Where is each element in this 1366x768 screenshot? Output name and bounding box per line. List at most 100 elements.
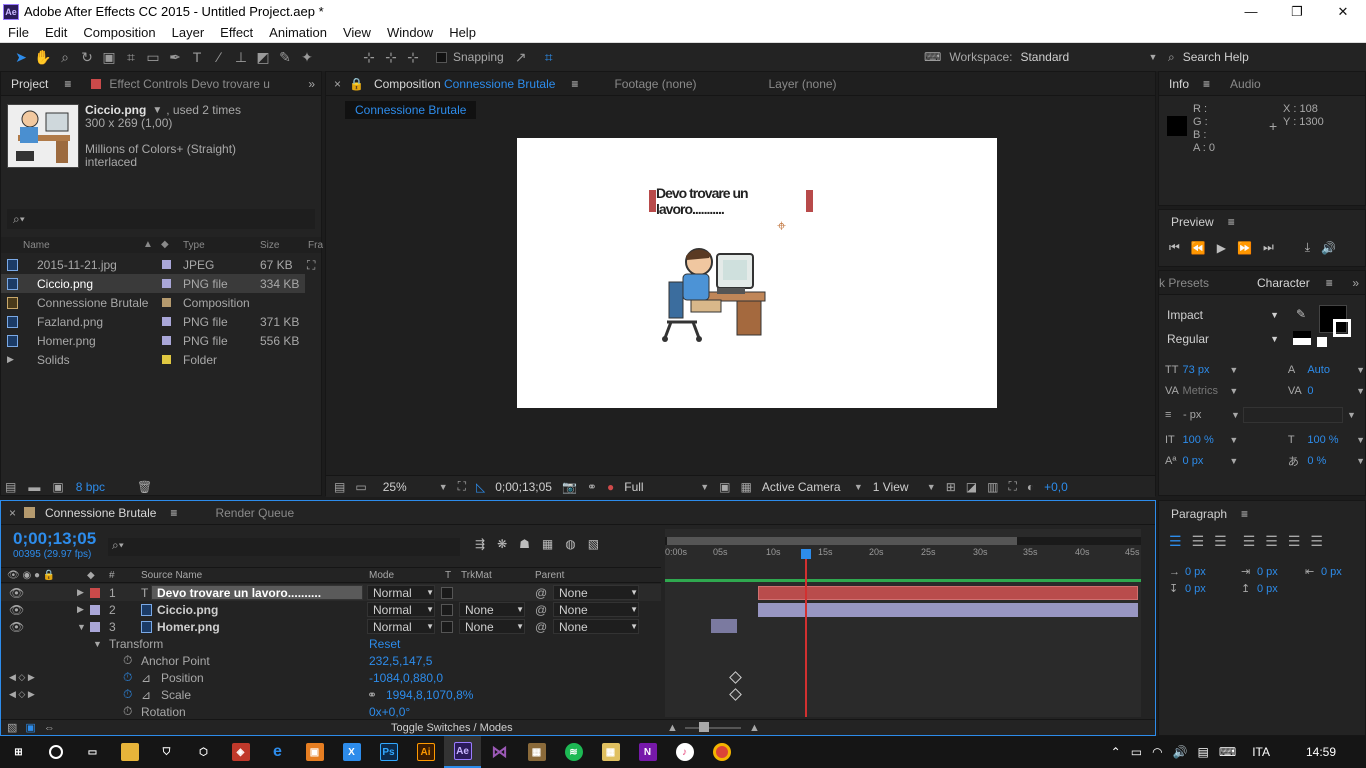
snapshot-icon[interactable]: 📷	[562, 480, 577, 494]
photoshop-icon[interactable]: Ps	[370, 736, 407, 768]
preserve-transparency-checkbox[interactable]	[441, 603, 453, 616]
keyboard-icon[interactable]: ⌨	[1219, 745, 1236, 759]
prev-frame-icon[interactable]: ⏪	[1191, 241, 1206, 255]
layer-name[interactable]: Ciccio.png	[157, 603, 218, 617]
last-frame-icon[interactable]: ⏭	[1263, 240, 1274, 255]
chevron-down-icon[interactable]: ▼	[1356, 456, 1365, 466]
view-axis-icon[interactable]: ⊹	[402, 46, 424, 68]
toggle-pixel-icon[interactable]: ⊞	[946, 480, 956, 494]
timeline-search-input[interactable]: ⌕▾	[108, 538, 460, 556]
playhead-line[interactable]	[805, 549, 807, 717]
rectangle-tool-icon[interactable]: ▭	[142, 46, 164, 68]
tab-effect-controls[interactable]: Effect Controls Devo trovare u	[81, 72, 280, 96]
task-view-icon[interactable]: ▭	[74, 736, 111, 768]
flowchart-icon[interactable]: ⛶	[307, 258, 315, 273]
vertical-scale-value[interactable]: 100 %	[1183, 434, 1230, 446]
interpret-footage-icon[interactable]: ▤	[5, 480, 16, 494]
layer-row[interactable]: 👁 ▶ 2 Ciccio.png Normal ▼ None ▼ @ None ▼	[1, 601, 661, 618]
font-style-select[interactable]: Regular ▼	[1167, 330, 1279, 348]
selection-tool-icon[interactable]: ➤	[10, 46, 32, 68]
menu-help[interactable]: Help	[441, 25, 484, 40]
chevron-down-icon[interactable]: ▼	[1229, 435, 1288, 445]
trkmat-select[interactable]: None ▼	[459, 602, 525, 617]
transfer-controls-icon[interactable]: ▣	[25, 721, 35, 734]
chrome-icon[interactable]	[703, 736, 740, 768]
stopwatch-icon[interactable]: ⏱	[123, 670, 132, 685]
mode-select[interactable]: Normal ▼	[367, 602, 435, 617]
label-swatch[interactable]	[90, 604, 100, 615]
ciccio-image[interactable]	[657, 242, 767, 347]
property-value[interactable]: 1994,8,1070,8%	[386, 688, 473, 702]
black-white-swatch[interactable]	[1293, 331, 1311, 345]
eraser-tool-icon[interactable]: ◩	[252, 46, 274, 68]
chevron-down-icon[interactable]: ▼	[927, 482, 936, 492]
indent-left-value[interactable]: 0 px	[1185, 566, 1241, 578]
chevron-down-icon[interactable]: ▼	[77, 622, 86, 632]
stroke-width-value[interactable]: - px	[1183, 409, 1231, 421]
audio-icon[interactable]: 🔊	[1321, 241, 1336, 255]
camera-tool-icon[interactable]: ▣	[98, 46, 120, 68]
rotate-tool-icon[interactable]: ↻	[76, 46, 98, 68]
bpc-button[interactable]: 8 bpc	[76, 480, 105, 494]
region-icon[interactable]: ⛶	[458, 479, 466, 494]
justify-all-icon[interactable]: ☰	[1310, 533, 1323, 550]
next-frame-icon[interactable]: ⏩	[1237, 241, 1252, 255]
eye-icon[interactable]: 👁	[9, 603, 24, 617]
justify-center-icon[interactable]: ☰	[1265, 533, 1278, 550]
menu-layer[interactable]: Layer	[164, 25, 213, 40]
volume-icon[interactable]: 🔊	[1173, 745, 1188, 759]
zoom-out-icon[interactable]: ▲	[667, 722, 678, 734]
keyframe-navigator-icon[interactable]: ◀ ◇ ▶	[9, 672, 35, 683]
label-swatch[interactable]	[90, 621, 100, 632]
zoom-slider-track[interactable]	[685, 727, 741, 729]
language-indicator[interactable]: ITA	[1252, 745, 1270, 759]
leading-value[interactable]: Auto	[1307, 364, 1356, 376]
time-graph[interactable]: 0:00s 05s 10s 15s 20s 25s 30s 35s 40s 45…	[665, 529, 1141, 717]
chevron-up-icon[interactable]: ⌃	[1111, 745, 1121, 759]
app-icon-film[interactable]: ▦	[518, 736, 555, 768]
battery-icon[interactable]: ▭	[1131, 745, 1142, 759]
chevron-down-icon[interactable]: ▼	[1356, 365, 1365, 375]
property-row[interactable]: ⏱ Anchor Point 232,5,147,5	[1, 652, 661, 669]
indent-first-value[interactable]: 0 px	[1257, 566, 1305, 578]
hand-tool-icon[interactable]: ✋	[32, 46, 54, 68]
tab-project[interactable]: Project ≡	[1, 72, 81, 96]
transparency-grid-icon[interactable]: ▦	[741, 480, 752, 494]
close-tab-icon[interactable]: ×	[334, 77, 341, 91]
tracking-value[interactable]: 0	[1307, 385, 1356, 397]
chevron-down-icon[interactable]: ▼	[439, 482, 448, 492]
comp-breadcrumb[interactable]: Connessione Brutale	[345, 101, 477, 119]
column-type[interactable]: Type	[183, 240, 205, 251]
work-area-range[interactable]	[667, 537, 1017, 545]
app-icon-orange[interactable]: ▣	[296, 736, 333, 768]
world-axis-icon[interactable]: ⊹	[380, 46, 402, 68]
puppet-tool-icon[interactable]: ✦	[296, 46, 318, 68]
eye-icon[interactable]: 👁	[9, 586, 24, 600]
menu-edit[interactable]: Edit	[37, 25, 75, 40]
snap-feature-icon[interactable]: ⌗	[538, 46, 560, 68]
tab-timeline-comp[interactable]: Connessione Brutale ≡	[35, 501, 187, 525]
label-swatch[interactable]	[90, 587, 100, 598]
graph-editor-icon[interactable]: ▧	[588, 537, 599, 551]
property-row[interactable]: ⏱ Rotation 0x+0,0°	[1, 703, 661, 720]
panel-overflow-icon[interactable]: »	[308, 77, 315, 91]
space-before-value[interactable]: 0 px	[1185, 583, 1241, 595]
chevron-down-icon[interactable]: ▼	[1229, 386, 1288, 396]
parent-select[interactable]: None ▼	[553, 619, 639, 634]
graph-icon[interactable]: ⊿	[141, 671, 151, 685]
trkmat-select[interactable]: None ▼	[459, 619, 525, 634]
horizontal-scale-value[interactable]: 100 %	[1307, 434, 1356, 446]
app-icon-x[interactable]: X	[333, 736, 370, 768]
list-item[interactable]: Connessione Brutale Composition	[1, 293, 305, 312]
graph-icon[interactable]: ⊿	[141, 688, 151, 702]
column-size[interactable]: Size	[260, 240, 279, 251]
illustrator-icon[interactable]: Ai	[407, 736, 444, 768]
indent-right-value[interactable]: 0 px	[1321, 566, 1342, 578]
clone-stamp-tool-icon[interactable]: ⊥	[230, 46, 252, 68]
zoom-slider-handle[interactable]	[699, 722, 709, 732]
exposure-value[interactable]: +0,0	[1044, 480, 1068, 494]
layer-bar[interactable]	[758, 603, 1138, 617]
transform-group-row[interactable]: ▼ Transform Reset	[1, 635, 661, 652]
tab-footage[interactable]: Footage (none)	[604, 72, 706, 96]
property-value[interactable]: -1084,0,880,0	[369, 671, 443, 685]
